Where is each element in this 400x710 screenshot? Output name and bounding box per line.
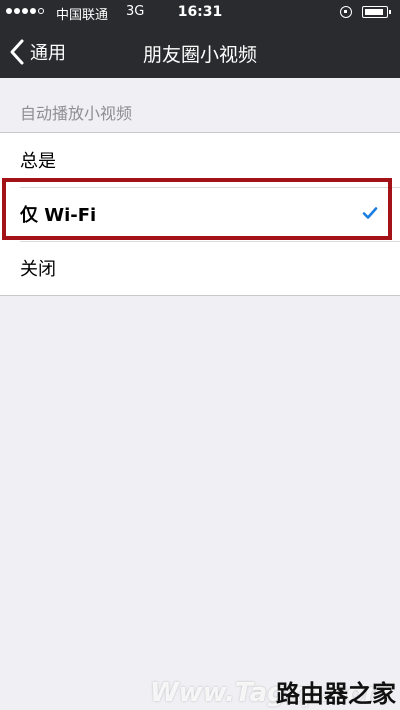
status-bar: 中国联通 3G 16:31: [0, 0, 400, 26]
option-always[interactable]: 总是: [0, 133, 400, 187]
option-label: 仅 Wi-Fi: [20, 205, 97, 226]
checkmark-icon: [362, 207, 378, 219]
battery-icon: [362, 6, 391, 18]
page-title: 朋友圈小视频: [142, 44, 257, 66]
option-off[interactable]: 关闭: [0, 241, 400, 295]
watermark-brand: 路由器之家: [276, 680, 396, 708]
options-list: 总是 仅 Wi-Fi 关闭: [0, 132, 400, 296]
watermark: Www.Tagxp.com 路由器之家: [150, 674, 400, 710]
option-label: 总是: [20, 151, 56, 172]
option-label: 关闭: [20, 259, 56, 280]
option-wifi-only[interactable]: 仅 Wi-Fi: [0, 187, 400, 241]
navigation-bar: 通用 朋友圈小视频: [0, 26, 400, 78]
section-header: 自动播放小视频: [20, 104, 133, 123]
orientation-lock-icon: [340, 6, 352, 18]
